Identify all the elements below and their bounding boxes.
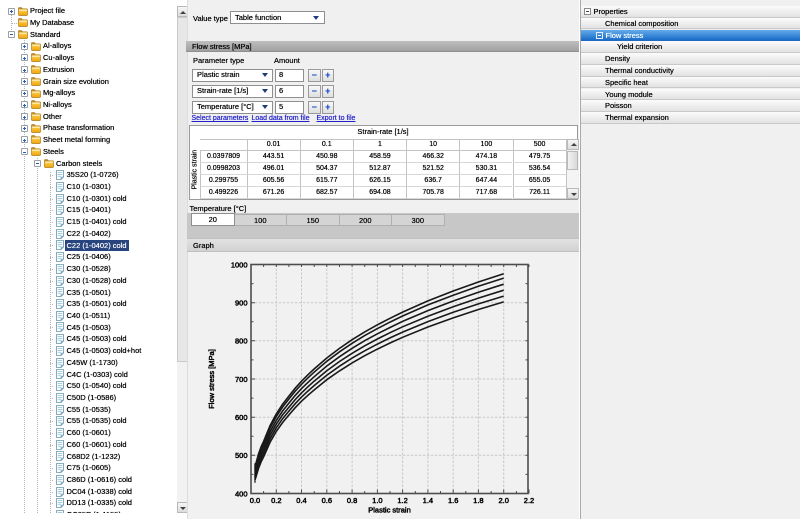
svg-text:1.0: 1.0 (372, 496, 382, 505)
svg-text:Flow stress [MPa]: Flow stress [MPa] (207, 349, 216, 409)
svg-text:500: 500 (235, 451, 248, 460)
svg-text:1.2: 1.2 (397, 496, 407, 505)
svg-text:1.8: 1.8 (473, 496, 483, 505)
svg-text:Plastic strain: Plastic strain (368, 506, 411, 515)
svg-text:700: 700 (235, 375, 248, 384)
svg-text:0.8: 0.8 (347, 496, 357, 505)
svg-text:0.6: 0.6 (322, 496, 332, 505)
svg-text:1.4: 1.4 (423, 496, 433, 505)
svg-text:0.0: 0.0 (250, 496, 260, 505)
svg-text:800: 800 (235, 337, 248, 346)
svg-text:1000: 1000 (231, 260, 248, 269)
svg-text:900: 900 (235, 299, 248, 308)
svg-text:600: 600 (235, 413, 248, 422)
svg-text:2.0: 2.0 (498, 496, 508, 505)
svg-text:1.6: 1.6 (448, 496, 458, 505)
svg-text:2.2: 2.2 (524, 496, 534, 505)
svg-text:0.2: 0.2 (271, 496, 281, 505)
svg-text:400: 400 (235, 489, 248, 498)
svg-text:0.4: 0.4 (296, 496, 306, 505)
